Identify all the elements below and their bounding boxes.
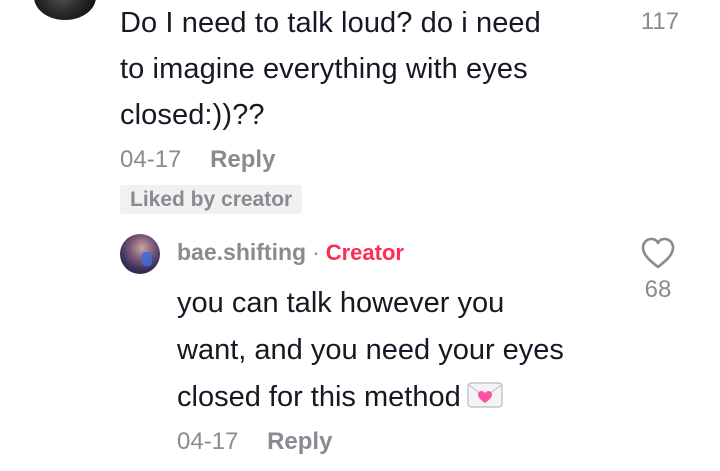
reply-comment-line: want, and you need your eyes bbox=[177, 334, 564, 366]
parent-like-heart-icon[interactable] bbox=[644, 0, 672, 4]
parent-commenter-avatar[interactable] bbox=[34, 0, 96, 20]
parent-comment-line: Do I need to talk loud? do i need bbox=[120, 7, 541, 39]
creator-username-link[interactable]: bae.shifting bbox=[177, 239, 306, 265]
parent-comment-text: Do I need to talk loud? do i need to ima… bbox=[120, 0, 620, 138]
reply-comment-last-line: closed for this method bbox=[177, 374, 637, 421]
creator-avatar[interactable] bbox=[120, 234, 160, 274]
parent-comment-line: to imagine everything with eyes bbox=[120, 53, 528, 85]
reply-comment-text: you can talk however you want, and you n… bbox=[177, 280, 637, 421]
reply-comment-line: you can talk however you bbox=[177, 287, 505, 319]
love-letter-emoji-icon bbox=[467, 382, 503, 408]
reply-comment-date: 04-17 bbox=[177, 428, 239, 455]
creator-tag: Creator bbox=[325, 240, 404, 265]
reply-header: bae.shifting · Creator bbox=[177, 237, 404, 268]
parent-comment-date: 04-17 bbox=[120, 146, 182, 173]
header-separator: · bbox=[312, 239, 320, 265]
parent-comment-meta: 04-17 Reply bbox=[120, 146, 275, 174]
liked-by-creator-badge: Liked by creator bbox=[120, 185, 303, 214]
reply-like-count: 68 bbox=[644, 276, 672, 303]
parent-comment-line: closed:))?? bbox=[120, 99, 265, 131]
reply-comment-line: closed for this method bbox=[177, 381, 461, 413]
reply-reply-button[interactable]: Reply bbox=[267, 428, 332, 455]
parent-like-count: 117 bbox=[640, 8, 680, 35]
parent-reply-button[interactable]: Reply bbox=[210, 146, 275, 173]
reply-comment-meta: 04-17 Reply bbox=[177, 428, 332, 456]
reply-like-heart-icon[interactable] bbox=[640, 236, 676, 270]
